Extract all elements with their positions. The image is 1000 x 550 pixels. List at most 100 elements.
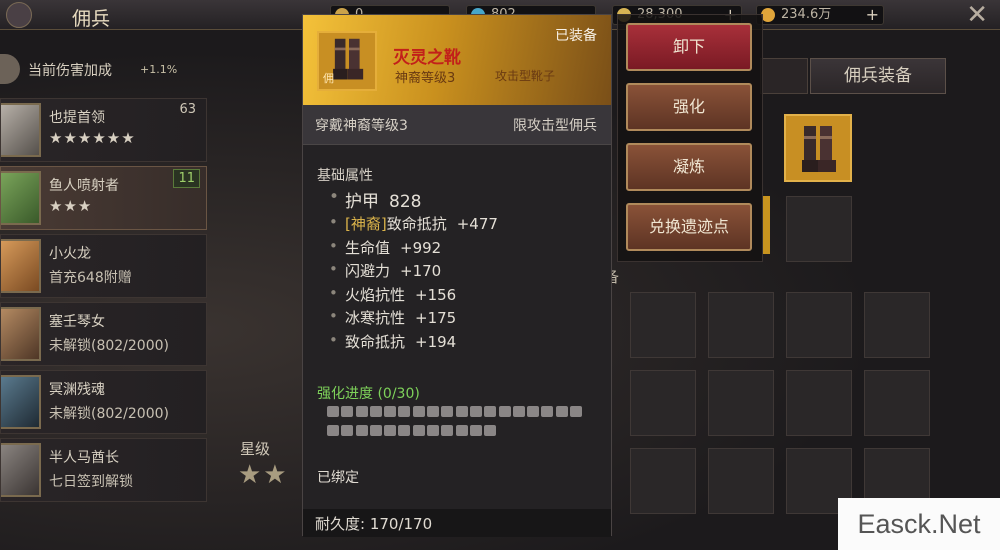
enhance-pip: [455, 406, 468, 417]
mercenary-name: 冥渊残魂: [49, 382, 105, 398]
enhance-pip: [427, 406, 440, 417]
attribute-tag: [神裔]: [345, 215, 387, 233]
inventory-slot[interactable]: [786, 292, 852, 358]
slot-highlight: [762, 196, 770, 254]
inventory-slot[interactable]: [630, 448, 696, 514]
attribute-row: 冰寒抗性 +175: [319, 307, 599, 331]
mercenary-status: 未解锁(802/2000): [49, 338, 169, 354]
inventory-slot[interactable]: [630, 370, 696, 436]
attribute-value: +156: [415, 285, 457, 304]
mercenary-name: 也提首领: [49, 110, 105, 126]
enhance-pip: [355, 406, 368, 417]
attribute-name: 冰寒抗性: [345, 309, 406, 327]
attribute-value: +175: [415, 309, 457, 327]
inventory-slot[interactable]: [864, 292, 930, 358]
enhance-pip: [384, 425, 397, 436]
equipped-status: 已装备: [555, 28, 597, 44]
item-type-tag: 佣: [323, 72, 334, 85]
attribute-value: +194: [415, 332, 457, 351]
damage-bonus-label: 当前伤害加成: [28, 63, 112, 79]
inventory-slot[interactable]: [708, 292, 774, 358]
refine-button[interactable]: 凝炼: [626, 143, 752, 191]
mercenary-item[interactable]: 小火龙 首充648附赠: [0, 234, 207, 298]
inventory-slot[interactable]: [864, 370, 930, 436]
star-level-stars: ★★: [238, 460, 289, 490]
globe-icon: [0, 54, 20, 84]
enhance-pip: [412, 425, 425, 436]
inventory-slot[interactable]: [708, 448, 774, 514]
equipment-slot[interactable]: [786, 196, 852, 262]
mercenary-item[interactable]: 半人马酋长 七日签到解锁: [0, 438, 207, 502]
item-tooltip: 佣 灭灵之靴 神裔等级3 攻击型靴子 已装备 穿戴神裔等级3 限攻击型佣兵 基础…: [302, 14, 612, 537]
mercenary-status: 首充648附赠: [49, 270, 132, 286]
attribute-name: 闪避力: [345, 262, 391, 280]
mercenary-portrait: [1, 443, 41, 497]
mercenary-item[interactable]: 也提首领 ★★★★★★ 63: [0, 98, 207, 162]
tab-other[interactable]: [760, 58, 808, 94]
plus-icon[interactable]: +: [866, 6, 879, 24]
enhance-progress-label: 强化进度 (0/30): [317, 386, 420, 402]
enhance-pip: [527, 406, 540, 417]
mercenary-level: 11: [173, 169, 200, 188]
mercenary-list: 也提首领 ★★★★★★ 63 鱼人喷射者 ★★★ 11 小火龙 首充648附赠 …: [0, 98, 207, 506]
star-level-label: 星级: [240, 440, 271, 458]
enhance-pip: [484, 406, 497, 417]
mercenary-item[interactable]: 冥渊残魂 未解锁(802/2000): [0, 370, 207, 434]
mercenary-name: 小火龙: [49, 246, 91, 262]
unequip-button[interactable]: 卸下: [626, 23, 752, 71]
enhance-pip: [469, 406, 482, 417]
attribute-name: 生命值: [345, 238, 391, 257]
close-icon[interactable]: ✕: [966, 0, 988, 30]
attribute-name: 致命抵抗: [386, 215, 447, 233]
mercenary-status: 七日签到解锁: [49, 474, 133, 490]
mercenary-restriction: 限攻击型佣兵: [513, 118, 597, 134]
mercenary-name: 塞壬琴女: [49, 314, 105, 330]
inventory-slot[interactable]: [630, 292, 696, 358]
mercenary-portrait: [1, 375, 41, 429]
mercenary-portrait: [1, 171, 41, 225]
damage-bonus-value: +1.1%: [140, 63, 178, 76]
enhance-pip: [398, 425, 411, 436]
page-title: 佣兵: [72, 8, 111, 30]
attribute-row: 生命值 +992: [319, 237, 599, 261]
mercenary-item[interactable]: 鱼人喷射者 ★★★ 11: [0, 166, 207, 230]
equipped-boots-slot[interactable]: [784, 114, 852, 182]
mercenary-status: 未解锁(802/2000): [49, 406, 169, 422]
base-attributes-title: 基础属性: [317, 168, 373, 184]
mercenary-portrait: [1, 307, 41, 361]
gold-coin-icon: [761, 8, 775, 22]
requirements-bar: 穿戴神裔等级3 限攻击型佣兵: [303, 105, 611, 145]
enhance-pip: [555, 406, 568, 417]
enhance-button[interactable]: 强化: [626, 83, 752, 131]
boots-icon: [333, 38, 364, 80]
bound-status: 已绑定: [317, 470, 359, 486]
boots-icon: [802, 126, 836, 172]
attribute-name: 护甲: [345, 192, 379, 212]
enhance-progress-pips: [327, 405, 597, 443]
enhance-pip: [469, 425, 482, 436]
enhance-pip: [398, 406, 411, 417]
enhance-pip: [355, 425, 368, 436]
tooltip-footer: 耐久度: 170/170: [303, 509, 611, 537]
watermark: Easck.Net: [838, 498, 1000, 550]
enhance-pip: [455, 425, 468, 436]
enhance-pip: [341, 425, 354, 436]
enhance-pip: [427, 425, 440, 436]
wear-requirement: 穿戴神裔等级3: [315, 118, 408, 134]
attribute-value: +170: [400, 262, 442, 280]
back-button[interactable]: [6, 2, 32, 28]
exchange-relic-points-button[interactable]: 兑换遗迹点: [626, 203, 752, 251]
inventory-slot[interactable]: [786, 370, 852, 436]
inventory-slot[interactable]: [708, 370, 774, 436]
mercenary-item[interactable]: 塞壬琴女 未解锁(802/2000): [0, 302, 207, 366]
attribute-name: 致命抵抗: [345, 332, 406, 351]
attribute-value: 828: [389, 192, 422, 212]
mercenary-name: 鱼人喷射者: [49, 178, 119, 194]
enhance-pip: [541, 406, 554, 417]
item-type: 攻击型靴子: [495, 69, 556, 83]
durability: 耐久度: 170/170: [315, 515, 433, 533]
mercenary-portrait: [1, 103, 41, 157]
enhance-pip: [384, 406, 397, 417]
enhance-pip: [512, 406, 525, 417]
tab-mercenary-equipment[interactable]: 佣兵装备: [810, 58, 946, 94]
